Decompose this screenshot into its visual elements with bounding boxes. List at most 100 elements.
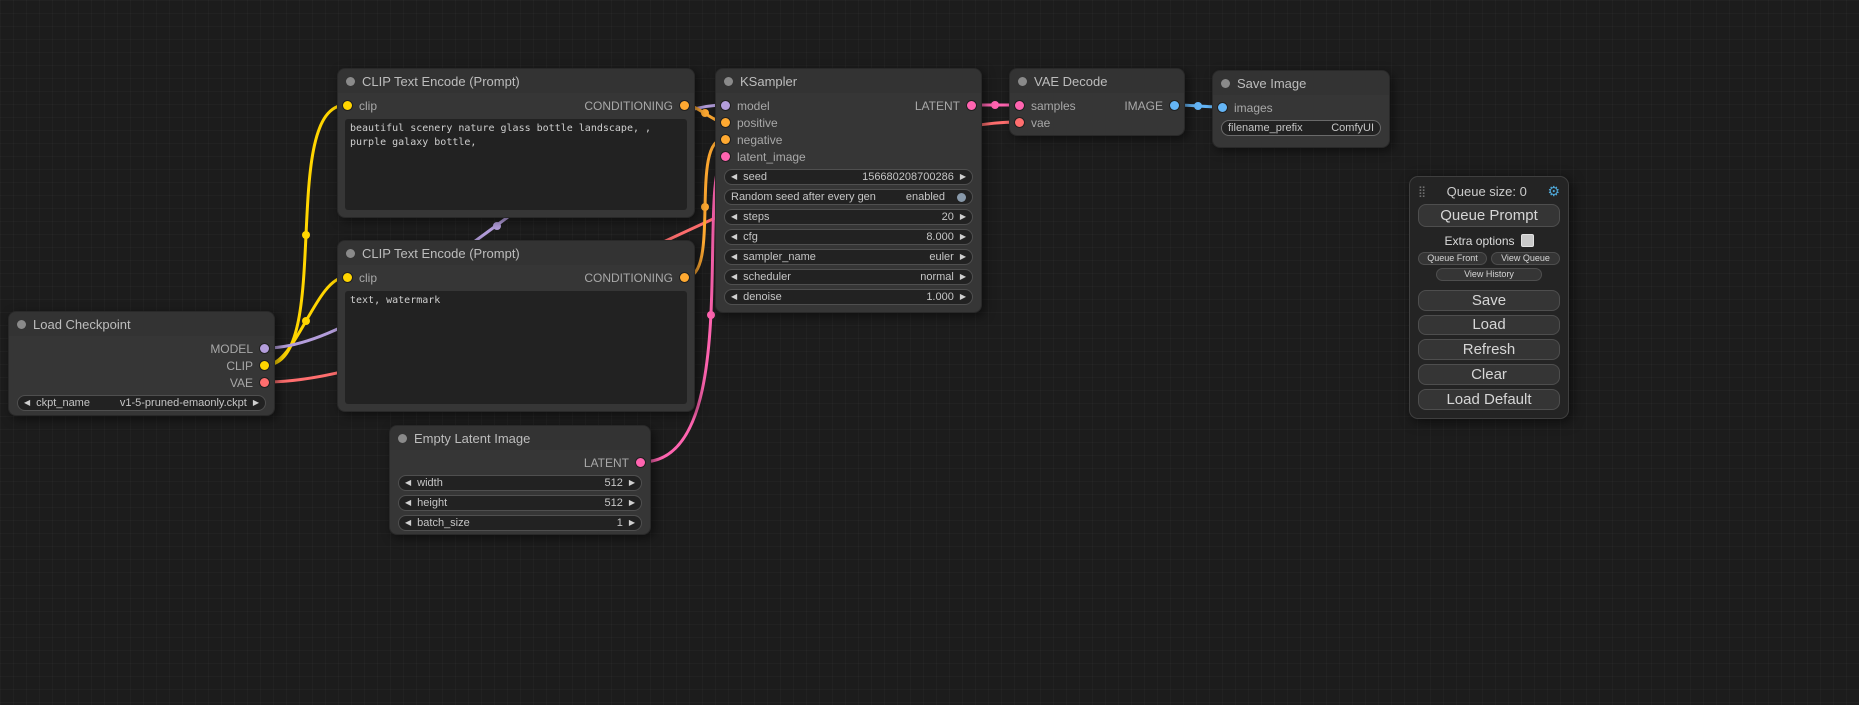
node-title-bar[interactable]: Save Image <box>1213 71 1389 95</box>
refresh-button[interactable]: Refresh <box>1418 339 1560 360</box>
node-graph-canvas[interactable]: Load Checkpoint MODEL CLIP VAE ◀ ckpt_na… <box>0 0 1859 705</box>
view-history-button[interactable]: View History <box>1436 268 1541 281</box>
drag-handle-icon[interactable]: ⣿ <box>1418 185 1426 198</box>
node-vae-decode[interactable]: VAE Decode samples IMAGE vae <box>1009 68 1185 136</box>
latent-output-port[interactable] <box>636 458 645 467</box>
increment-arrow-icon[interactable]: ▶ <box>629 479 635 487</box>
node-save-image[interactable]: Save Image images filename_prefix ComfyU… <box>1212 70 1390 148</box>
cfg-widget[interactable]: ◀ cfg 8.000 ▶ <box>724 229 973 245</box>
clip-output-port[interactable] <box>260 361 269 370</box>
denoise-widget[interactable]: ◀ denoise 1.000 ▶ <box>724 289 973 305</box>
extra-options-checkbox[interactable] <box>1521 234 1534 247</box>
link-midpoint-dot <box>991 101 999 109</box>
batch-size-widget[interactable]: ◀ batch_size 1 ▶ <box>398 515 642 531</box>
collapse-dot-icon[interactable] <box>346 249 355 258</box>
port-row: MODEL <box>9 340 274 357</box>
decrement-arrow-icon[interactable]: ◀ <box>731 233 737 241</box>
widget-value: 20 <box>942 211 954 223</box>
decrement-arrow-icon[interactable]: ◀ <box>731 213 737 221</box>
clip-input-port[interactable] <box>343 273 352 282</box>
decrement-arrow-icon[interactable]: ◀ <box>405 499 411 507</box>
positive-input-port[interactable] <box>721 118 730 127</box>
negative-prompt-textarea[interactable]: text, watermark <box>345 291 687 404</box>
extra-options-label: Extra options <box>1444 234 1514 248</box>
node-ksampler[interactable]: KSampler model LATENT positive negative … <box>715 68 982 313</box>
scheduler-widget[interactable]: ◀ scheduler normal ▶ <box>724 269 973 285</box>
decrement-arrow-icon[interactable]: ◀ <box>731 293 737 301</box>
collapse-dot-icon[interactable] <box>17 320 26 329</box>
settings-gear-icon[interactable]: ⚙ <box>1547 183 1560 200</box>
widget-value: 1 <box>617 517 623 529</box>
increment-arrow-icon[interactable]: ▶ <box>960 293 966 301</box>
decrement-arrow-icon[interactable]: ◀ <box>24 399 30 407</box>
node-load-checkpoint[interactable]: Load Checkpoint MODEL CLIP VAE ◀ ckpt_na… <box>8 311 275 416</box>
node-title-bar[interactable]: KSampler <box>716 69 981 93</box>
increment-arrow-icon[interactable]: ▶ <box>629 499 635 507</box>
filename-prefix-widget[interactable]: filename_prefix ComfyUI <box>1221 120 1381 136</box>
vae-input-port[interactable] <box>1015 118 1024 127</box>
decrement-arrow-icon[interactable]: ◀ <box>731 173 737 181</box>
seed-widget[interactable]: ◀ seed 156680208700286 ▶ <box>724 169 973 185</box>
widget-name: height <box>417 497 447 509</box>
node-clip-text-encode-positive[interactable]: CLIP Text Encode (Prompt) clip CONDITION… <box>337 68 695 218</box>
port-row: CLIP <box>9 357 274 374</box>
model-input-port[interactable] <box>721 101 730 110</box>
increment-arrow-icon[interactable]: ▶ <box>960 233 966 241</box>
conditioning-output-port[interactable] <box>680 273 689 282</box>
increment-arrow-icon[interactable]: ▶ <box>960 273 966 281</box>
width-widget[interactable]: ◀ width 512 ▶ <box>398 475 642 491</box>
decrement-arrow-icon[interactable]: ◀ <box>731 273 737 281</box>
positive-prompt-textarea[interactable]: beautiful scenery nature glass bottle la… <box>345 119 687 210</box>
clip-input-port[interactable] <box>343 101 352 110</box>
node-title-bar[interactable]: Empty Latent Image <box>390 426 650 450</box>
widget-value: enabled <box>906 191 945 203</box>
increment-arrow-icon[interactable]: ▶ <box>960 173 966 181</box>
view-queue-button[interactable]: View Queue <box>1491 252 1560 265</box>
random-seed-toggle-widget[interactable]: Random seed after every gen enabled <box>724 189 973 205</box>
node-clip-text-encode-negative[interactable]: CLIP Text Encode (Prompt) clip CONDITION… <box>337 240 695 412</box>
decrement-arrow-icon[interactable]: ◀ <box>405 519 411 527</box>
save-button[interactable]: Save <box>1418 290 1560 311</box>
height-widget[interactable]: ◀ height 512 ▶ <box>398 495 642 511</box>
node-title-bar[interactable]: CLIP Text Encode (Prompt) <box>338 69 694 93</box>
samples-input-port[interactable] <box>1015 101 1024 110</box>
link-midpoint-dot <box>707 311 715 319</box>
decrement-arrow-icon[interactable]: ◀ <box>731 253 737 261</box>
decrement-arrow-icon[interactable]: ◀ <box>405 479 411 487</box>
load-default-button[interactable]: Load Default <box>1418 389 1560 410</box>
model-output-port[interactable] <box>260 344 269 353</box>
latent-output-port[interactable] <box>967 101 976 110</box>
increment-arrow-icon[interactable]: ▶ <box>960 253 966 261</box>
node-title-bar[interactable]: VAE Decode <box>1010 69 1184 93</box>
widget-value: 512 <box>604 477 622 489</box>
node-empty-latent-image[interactable]: Empty Latent Image LATENT ◀ width 512 ▶ … <box>389 425 651 535</box>
node-title-bar[interactable]: CLIP Text Encode (Prompt) <box>338 241 694 265</box>
clip-input-label: clip <box>359 271 377 285</box>
image-output-port[interactable] <box>1170 101 1179 110</box>
collapse-dot-icon[interactable] <box>1221 79 1230 88</box>
sampler-name-widget[interactable]: ◀ sampler_name euler ▶ <box>724 249 973 265</box>
collapse-dot-icon[interactable] <box>1018 77 1027 86</box>
increment-arrow-icon[interactable]: ▶ <box>960 213 966 221</box>
increment-arrow-icon[interactable]: ▶ <box>629 519 635 527</box>
ckpt-name-widget[interactable]: ◀ ckpt_name v1-5-pruned-emaonly.ckpt ▶ <box>17 395 266 411</box>
vae-output-port[interactable] <box>260 378 269 387</box>
link-midpoint-dot <box>302 231 310 239</box>
collapse-dot-icon[interactable] <box>398 434 407 443</box>
latent-output-label: LATENT <box>915 99 960 113</box>
node-title-bar[interactable]: Load Checkpoint <box>9 312 274 336</box>
increment-arrow-icon[interactable]: ▶ <box>253 399 259 407</box>
negative-input-port[interactable] <box>721 135 730 144</box>
clear-button[interactable]: Clear <box>1418 364 1560 385</box>
wire-clip-to-negative-prompt <box>266 277 346 365</box>
load-button[interactable]: Load <box>1418 315 1560 336</box>
toggle-on-indicator[interactable] <box>957 193 966 202</box>
collapse-dot-icon[interactable] <box>724 77 733 86</box>
latent-image-input-port[interactable] <box>721 152 730 161</box>
steps-widget[interactable]: ◀ steps 20 ▶ <box>724 209 973 225</box>
collapse-dot-icon[interactable] <box>346 77 355 86</box>
conditioning-output-port[interactable] <box>680 101 689 110</box>
images-input-port[interactable] <box>1218 103 1227 112</box>
queue-prompt-button[interactable]: Queue Prompt <box>1418 204 1560 227</box>
queue-front-button[interactable]: Queue Front <box>1418 252 1487 265</box>
